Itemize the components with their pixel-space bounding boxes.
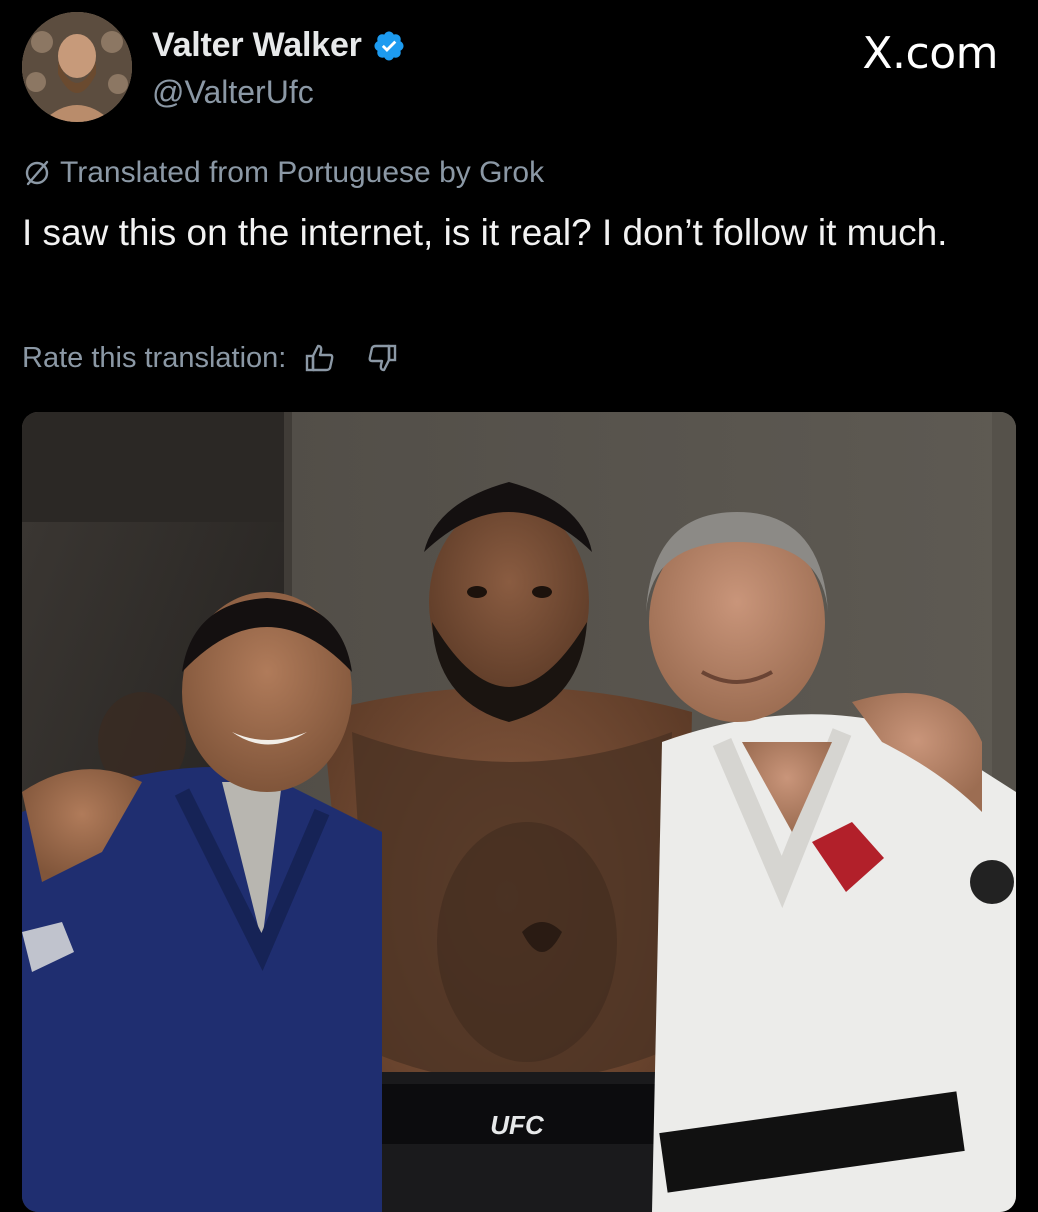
post-header: Valter Walker @ValterUfc X.com (22, 12, 1016, 124)
translation-notice: Translated from Portuguese by Grok (22, 156, 544, 190)
rate-translation-label: Rate this translation: (22, 341, 287, 374)
post-photo[interactable]: UFC (22, 412, 1016, 1212)
profile-photo (22, 12, 132, 122)
thumbs-down-icon (368, 344, 397, 372)
author-name-row: Valter Walker (152, 26, 406, 65)
shorts-logo-text: UFC (490, 1110, 545, 1140)
verified-badge-icon (372, 29, 406, 63)
brand-watermark: X.com (862, 28, 998, 79)
author-handle[interactable]: @ValterUfc (152, 74, 314, 111)
author-name[interactable]: Valter Walker (152, 26, 362, 65)
translate-slash-icon (22, 158, 52, 188)
avatar[interactable] (22, 12, 132, 122)
rate-translation: Rate this translation: (22, 338, 402, 378)
photo-three-men: UFC (22, 412, 1016, 1212)
thumbs-up-icon (306, 344, 334, 372)
thumbs-down-button[interactable] (362, 338, 402, 378)
thumbs-up-button[interactable] (300, 338, 340, 378)
post-text: I saw this on the internet, is it real? … (22, 212, 948, 253)
translation-notice-text: Translated from Portuguese by Grok (60, 156, 545, 189)
